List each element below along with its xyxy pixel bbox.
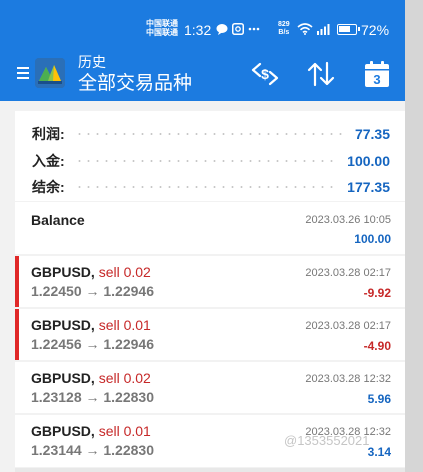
deal-symbol: GBPUSD, <box>31 423 95 439</box>
summary-row-balance: 结余: 177.35 <box>32 177 390 197</box>
deal-amount: 5.96 <box>367 392 391 406</box>
dotted-leader <box>74 133 345 135</box>
list-item[interactable]: GBPUSD, sell 0.02 1.22450 → 1.22946 2023… <box>15 256 405 307</box>
summary-value: 177.35 <box>347 179 390 195</box>
network-speed: 829 B/s <box>278 21 290 37</box>
deal-title: GBPUSD, sell 0.02 <box>31 370 151 386</box>
carrier-line-2: 中国联通 <box>146 28 178 37</box>
deal-amount: -4.90 <box>363 339 391 353</box>
carrier-line-1: 中国联通 <box>146 19 178 28</box>
deal-action: sell 0.02 <box>98 264 151 280</box>
signal-icon <box>316 22 332 36</box>
gallery-notification-icon <box>232 22 244 36</box>
account-summary: 利润: 77.35 入金: 100.00 结余: 177.35 <box>15 111 405 201</box>
deal-date: 2023.03.28 02:17 <box>305 320 391 332</box>
summary-value: 77.35 <box>354 126 390 142</box>
carrier-label: 中国联通 中国联通 <box>146 19 178 37</box>
summary-label: 利润: <box>32 126 65 142</box>
hamburger-menu-icon[interactable] <box>17 67 29 79</box>
deal-amount: 100.00 <box>354 232 391 246</box>
chat-notification-icon <box>216 22 228 36</box>
watermark: @1353552021 <box>284 433 370 448</box>
symbol-filter-label[interactable]: 全部交易品种 <box>78 73 192 95</box>
deal-action: sell 0.01 <box>98 423 151 439</box>
speed-value: 829 <box>278 21 290 28</box>
summary-label: 结余: <box>32 179 65 195</box>
deal-title: Balance <box>31 212 85 228</box>
summary-label: 入金: <box>32 153 65 169</box>
clock: 1:32 <box>184 22 212 38</box>
deal-prices: 1.23128 → 1.22830 <box>31 389 154 405</box>
battery-percent: 72% <box>361 22 390 38</box>
list-item[interactable]: Balance 2023.03.26 10:05 100.00 <box>15 202 405 254</box>
deal-title: GBPUSD, sell 0.01 <box>31 423 151 439</box>
deal-title: GBPUSD, sell 0.01 <box>31 317 151 333</box>
svg-text:$: $ <box>261 66 269 82</box>
dotted-leader <box>74 186 338 188</box>
speed-unit: B/s <box>278 29 290 36</box>
battery-icon <box>337 24 360 35</box>
summary-value: 100.00 <box>347 153 390 169</box>
deal-symbol: GBPUSD, <box>31 317 95 333</box>
deal-amount: -9.92 <box>363 286 391 300</box>
calendar-day: 3 <box>373 72 380 87</box>
history-content: 利润: 77.35 入金: 100.00 结余: 177.35 Balance … <box>0 101 405 472</box>
status-bar: 中国联通 中国联通 1:32 829 B/s 72% <box>0 0 405 38</box>
deal-date: 2023.03.28 12:32 <box>305 373 391 385</box>
more-dots-icon <box>248 22 260 36</box>
deal-action: sell 0.02 <box>98 370 151 386</box>
deal-date: 2023.03.26 10:05 <box>305 214 391 226</box>
deal-prices: 1.23144 → 1.22830 <box>31 442 154 458</box>
deal-date: 2023.03.28 02:17 <box>305 267 391 279</box>
next-item-edge <box>15 468 405 472</box>
sort-arrows-icon[interactable] <box>306 60 336 88</box>
deal-title: GBPUSD, sell 0.02 <box>31 264 151 280</box>
deal-prices: 1.22450 → 1.22946 <box>31 283 154 299</box>
deal-action: sell 0.01 <box>98 317 151 333</box>
dotted-leader <box>74 160 338 162</box>
summary-row-deposit: 入金: 100.00 <box>32 151 390 171</box>
deal-prices: 1.22456 → 1.22946 <box>31 336 154 352</box>
wifi-icon <box>297 22 313 36</box>
metatrader-logo-icon <box>35 58 65 88</box>
list-item[interactable]: GBPUSD, sell 0.02 1.23128 → 1.22830 2023… <box>15 362 405 413</box>
page-title: 历史 <box>78 54 106 70</box>
deal-symbol: GBPUSD, <box>31 264 95 280</box>
summary-row-profit: 利润: 77.35 <box>32 124 390 144</box>
calendar-icon[interactable]: 3 <box>362 60 392 88</box>
app-header: 中国联通 中国联通 1:32 829 B/s 72% 历史 全部交易品种 $ 3 <box>0 0 405 101</box>
scrollbar[interactable] <box>405 0 423 472</box>
deal-amount: 3.14 <box>367 445 391 459</box>
list-item[interactable]: GBPUSD, sell 0.01 1.22456 → 1.22946 2023… <box>15 309 405 360</box>
deal-symbol: GBPUSD, <box>31 370 95 386</box>
currency-swap-icon[interactable]: $ <box>250 60 280 88</box>
